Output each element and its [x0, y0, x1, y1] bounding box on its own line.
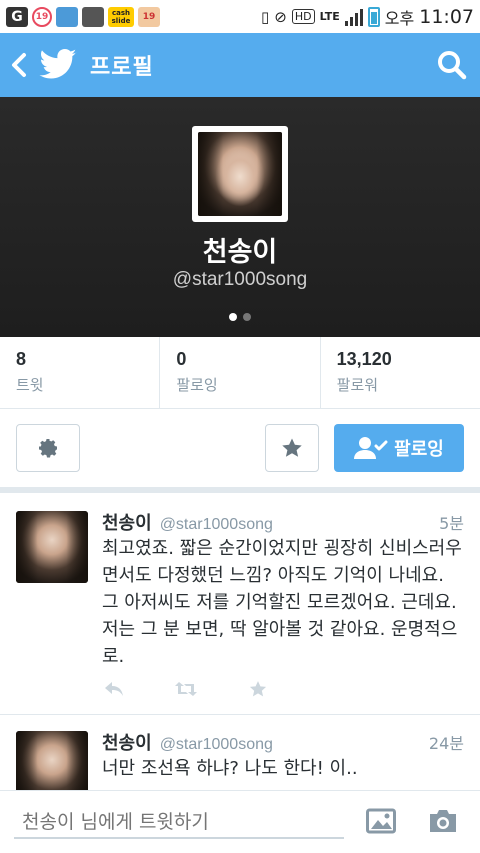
notification-grid-icon — [56, 6, 78, 27]
reply-icon — [105, 682, 123, 696]
stat-label: 팔로워 — [336, 376, 379, 394]
page-dot — [243, 313, 251, 321]
profile-stats: 8 트윗 0 팔로잉 13,120 팔로워 — [0, 337, 480, 409]
app-g-icon: G — [6, 6, 28, 27]
avatar-photo — [198, 132, 282, 216]
tweet-time: 24분 — [428, 734, 464, 753]
cash-slide-icon: cash slide — [108, 6, 134, 27]
profile-handle: @star1000song — [172, 269, 308, 290]
photo-icon[interactable] — [366, 807, 396, 835]
signal-icon — [344, 8, 363, 26]
age-19-character-icon: 19 — [138, 6, 160, 27]
retweet-icon — [175, 682, 197, 696]
user-check-icon — [354, 437, 388, 459]
search-icon — [438, 51, 467, 80]
favorite-tweet-button[interactable] — [246, 679, 270, 699]
status-bar: G 19 cash slide 19 ▯ ⊘ HD LTE 오후 11:07 — [0, 0, 480, 33]
tweet-item[interactable]: 천송이 @star1000song 5분 최고였죠. 짧은 순간이었지만 굉장히… — [0, 493, 480, 715]
mute-icon: ⊘ — [274, 7, 287, 26]
compose-bar — [0, 790, 480, 853]
retweet-button[interactable] — [174, 679, 198, 699]
stat-value: 13,120 — [336, 349, 392, 369]
twitter-bird-icon[interactable] — [38, 45, 78, 85]
reply-button[interactable] — [102, 679, 126, 699]
gear-icon — [39, 439, 57, 458]
stat-value: 0 — [176, 349, 187, 369]
stat-label: 트윗 — [16, 376, 44, 394]
chevron-left-icon — [12, 53, 26, 77]
action-bar: 프로필 — [0, 33, 480, 97]
star-icon — [249, 681, 267, 697]
tweet-avatar[interactable] — [16, 511, 88, 583]
tweet-author-handle: @star1000song — [159, 736, 273, 753]
vibrate-icon: ▯ — [260, 7, 270, 26]
hd-badge: HD — [291, 9, 315, 24]
favorite-button[interactable] — [265, 424, 319, 472]
tweet-time: 5분 — [439, 514, 464, 533]
status-ampm: 오후 — [384, 8, 415, 28]
profile-avatar[interactable] — [192, 126, 288, 222]
age-19-badge-icon: 19 — [32, 6, 52, 27]
tweet-text: 너만 조선욕 하냐? 나도 한다! 이.. — [102, 758, 358, 779]
tweet-author-name: 천송이 — [102, 513, 152, 534]
status-time: 11:07 — [419, 5, 474, 28]
tweet-author-handle: @star1000song — [159, 516, 273, 533]
tweet-compose-input[interactable] — [14, 807, 344, 839]
page-dot-active — [229, 313, 237, 321]
profile-name: 천송이 — [202, 237, 278, 268]
page-title: 프로필 — [90, 55, 154, 80]
stat-label: 팔로잉 — [176, 376, 218, 394]
star-icon — [282, 438, 302, 457]
tweet-text: 최고였죠. 짧은 순간이었지만 굉장히 신비스러우면서도 다정했던 느낌? 아직… — [102, 538, 462, 667]
stat-followers[interactable]: 13,120 팔로워 — [321, 337, 480, 408]
search-button[interactable] — [424, 33, 480, 97]
tweet-author-name: 천송이 — [102, 733, 152, 754]
back-button[interactable] — [4, 33, 34, 97]
header-page-indicator — [0, 313, 480, 321]
profile-actions: 팔로잉 — [0, 409, 480, 489]
stat-value: 8 — [16, 349, 27, 369]
battery-icon — [367, 6, 380, 27]
following-button-label: 팔로잉 — [394, 439, 444, 460]
following-button[interactable]: 팔로잉 — [334, 424, 464, 472]
stat-tweets[interactable]: 8 트윗 — [0, 337, 161, 408]
camera-icon[interactable] — [427, 807, 459, 835]
profile-header[interactable]: 천송이 @star1000song — [0, 97, 480, 337]
settings-button[interactable] — [16, 424, 80, 472]
mail-icon — [82, 6, 104, 27]
network-type: LTE — [319, 10, 340, 23]
stat-following[interactable]: 0 팔로잉 — [160, 337, 321, 408]
